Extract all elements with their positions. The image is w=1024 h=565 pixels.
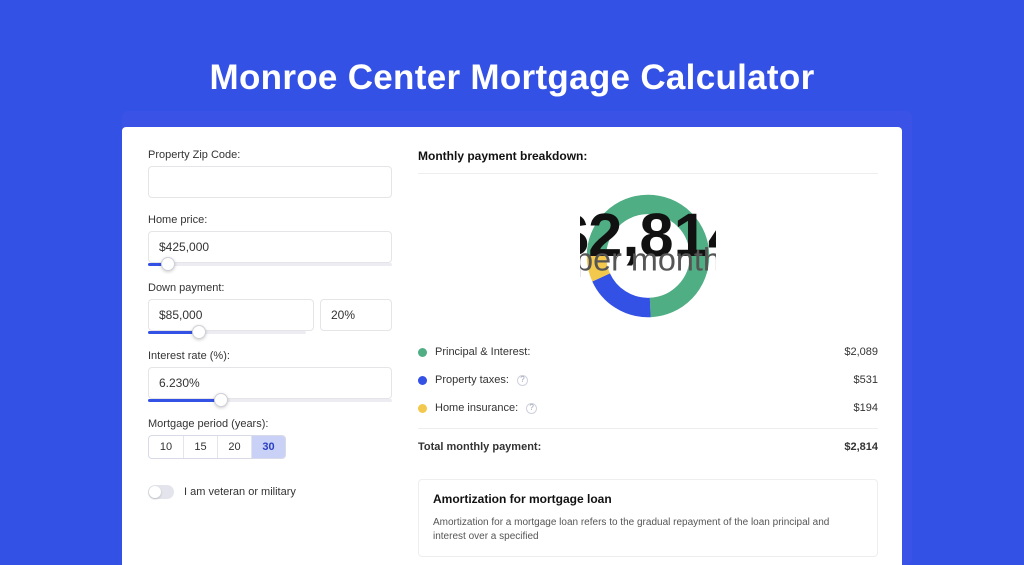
home-price-slider[interactable] — [148, 263, 392, 266]
zip-field: Property Zip Code: — [148, 149, 392, 198]
mortgage-period-label: Mortgage period (years): — [148, 418, 392, 430]
mortgage-period-options: 10 15 20 30 — [148, 435, 286, 459]
breakdown-value: $194 — [854, 402, 878, 414]
calculator-card: Property Zip Code: Home price: Down paym… — [122, 111, 912, 565]
interest-rate-label: Interest rate (%): — [148, 350, 392, 362]
dot-icon — [418, 348, 427, 357]
zip-label: Property Zip Code: — [148, 149, 392, 161]
breakdown-label: Home insurance: — [435, 402, 518, 414]
period-20[interactable]: 20 — [217, 436, 251, 458]
down-payment-field: Down payment: — [148, 282, 392, 334]
down-payment-slider[interactable] — [148, 331, 306, 334]
veteran-toggle[interactable] — [148, 485, 174, 499]
donut-center-sub: per month — [580, 242, 716, 278]
breakdown-row-insurance: Home insurance: ? $194 — [418, 394, 878, 422]
breakdown-label: Principal & Interest: — [435, 346, 530, 358]
period-10[interactable]: 10 — [149, 436, 183, 458]
breakdown-row-taxes: Property taxes: ? $531 — [418, 366, 878, 394]
inputs-column: Property Zip Code: Home price: Down paym… — [148, 149, 392, 557]
breakdown-label: Property taxes: — [435, 374, 509, 386]
down-payment-amount-input[interactable] — [148, 299, 314, 331]
slider-thumb[interactable] — [214, 393, 228, 407]
period-30[interactable]: 30 — [251, 436, 285, 458]
home-price-input[interactable] — [148, 231, 392, 263]
breakdown-column: Monthly payment breakdown: $2,814 per mo… — [418, 149, 878, 557]
amortization-section: Amortization for mortgage loan Amortizat… — [418, 479, 878, 557]
veteran-toggle-row: I am veteran or military — [148, 485, 392, 499]
interest-rate-input[interactable] — [148, 367, 392, 399]
mortgage-period-field: Mortgage period (years): 10 15 20 30 — [148, 418, 392, 459]
breakdown-heading: Monthly payment breakdown: — [418, 149, 878, 174]
dot-icon — [418, 376, 427, 385]
dot-icon — [418, 404, 427, 413]
breakdown-value: $531 — [854, 374, 878, 386]
down-payment-label: Down payment: — [148, 282, 392, 294]
slider-thumb[interactable] — [161, 257, 175, 271]
card-body: Property Zip Code: Home price: Down paym… — [122, 127, 902, 565]
interest-rate-field: Interest rate (%): — [148, 350, 392, 402]
interest-rate-slider[interactable] — [148, 399, 392, 402]
info-icon[interactable]: ? — [526, 403, 537, 414]
amortization-text: Amortization for a mortgage loan refers … — [433, 516, 863, 544]
breakdown-total-row: Total monthly payment: $2,814 — [418, 428, 878, 461]
period-15[interactable]: 15 — [183, 436, 217, 458]
breakdown-donut: $2,814 per month — [418, 188, 878, 324]
donut-chart-icon: $2,814 per month — [580, 188, 716, 324]
zip-input[interactable] — [148, 166, 392, 198]
page-title: Monroe Center Mortgage Calculator — [0, 58, 1024, 98]
breakdown-total-label: Total monthly payment: — [418, 441, 541, 453]
down-payment-percent-input[interactable] — [320, 299, 392, 331]
home-price-label: Home price: — [148, 214, 392, 226]
slider-thumb[interactable] — [192, 325, 206, 339]
veteran-label: I am veteran or military — [184, 486, 296, 498]
info-icon[interactable]: ? — [517, 375, 528, 386]
breakdown-total-value: $2,814 — [844, 441, 878, 453]
breakdown-row-principal: Principal & Interest: $2,089 — [418, 338, 878, 366]
amortization-title: Amortization for mortgage loan — [433, 492, 863, 506]
home-price-field: Home price: — [148, 214, 392, 266]
breakdown-value: $2,089 — [844, 346, 878, 358]
